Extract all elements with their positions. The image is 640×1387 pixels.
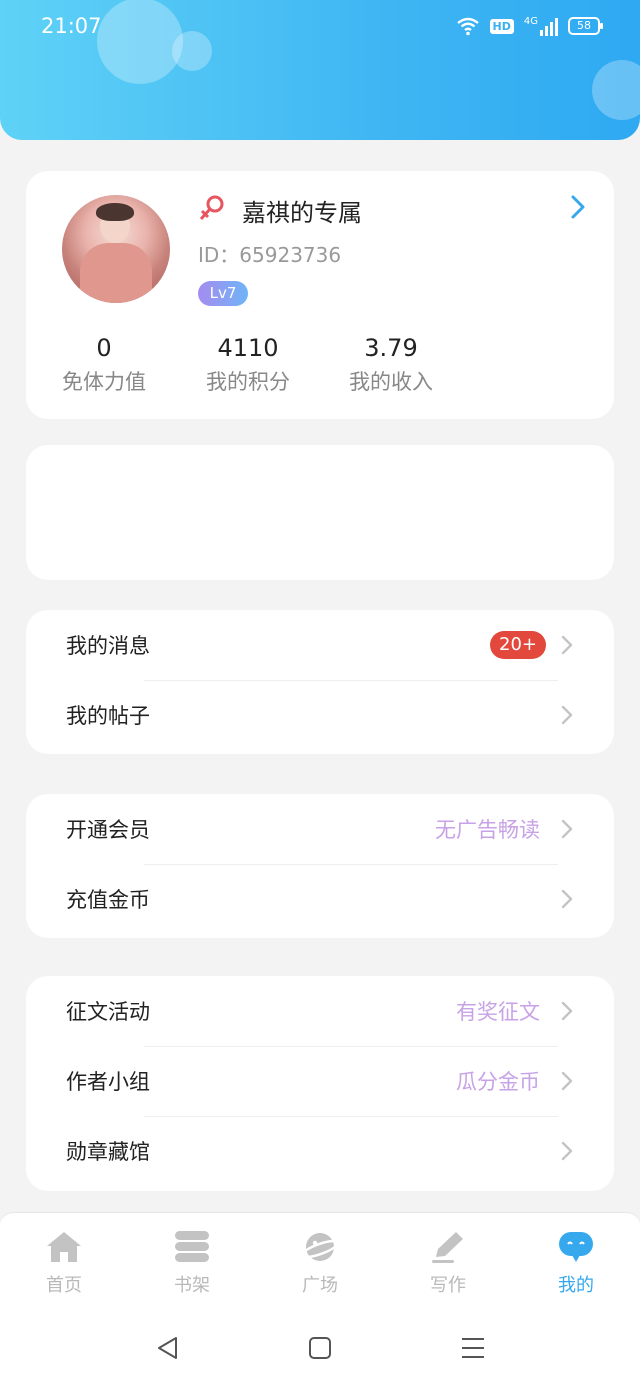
stat-label: 我的收入 (349, 370, 433, 394)
menu-item-hint: 无广告畅读 (435, 818, 540, 842)
menu-item-label: 开通会员 (66, 818, 150, 842)
tab-home[interactable]: 首页 (0, 1213, 128, 1309)
menu-item-contest[interactable]: 征文活动 有奖征文 (26, 976, 614, 1046)
tab-label: 首页 (46, 1275, 82, 1296)
signal-icon: 4G (524, 16, 558, 36)
banner-placeholder (26, 445, 614, 580)
chevron-right-icon (561, 1001, 573, 1021)
network-type: 4G (523, 16, 538, 27)
profile-card[interactable]: 嘉祺的专属 ID：65923736 Lv7 0 免体力值 4110 我的积分 3… (26, 171, 614, 419)
menu-group-messages: 我的消息 20+ 我的帖子 (26, 610, 614, 754)
tab-label: 写作 (430, 1275, 466, 1296)
menu-item-label: 勋章藏馆 (66, 1140, 150, 1164)
menu-item-label: 我的帖子 (66, 704, 150, 728)
menu-item-hint: 有奖征文 (456, 1000, 540, 1024)
menu-item-recharge[interactable]: 充值金币 (26, 864, 614, 934)
battery-icon: 58 (568, 17, 603, 35)
tab-label: 广场 (302, 1275, 338, 1296)
chevron-right-icon (561, 705, 573, 725)
menu-item-label: 我的消息 (66, 634, 150, 658)
gender-female-icon (199, 195, 224, 221)
menu-item-medals[interactable]: 勋章藏馆 (26, 1116, 614, 1186)
menu-item-messages[interactable]: 我的消息 20+ (26, 610, 614, 680)
chevron-right-icon (561, 819, 573, 839)
chevron-right-icon (561, 889, 573, 909)
user-id: ID：65923736 (198, 243, 342, 267)
unread-badge: 20+ (490, 631, 546, 659)
tab-label: 书架 (174, 1275, 210, 1296)
battery-level: 58 (577, 19, 591, 32)
avatar[interactable] (62, 195, 170, 303)
tab-label: 我的 (558, 1275, 594, 1296)
menu-item-label: 充值金币 (66, 888, 150, 912)
status-time: 21:07 (41, 14, 102, 38)
menu-item-label: 作者小组 (66, 1070, 150, 1094)
stat-points[interactable]: 4110 我的积分 (178, 334, 318, 396)
stat-value: 0 (96, 334, 112, 362)
back-icon[interactable] (154, 1334, 182, 1362)
chevron-right-icon (561, 635, 573, 655)
chevron-right-icon (561, 1071, 573, 1091)
decor-bubble (97, 0, 183, 84)
stat-value: 4110 (217, 334, 279, 362)
menu-item-author-group[interactable]: 作者小组 瓜分金币 (26, 1046, 614, 1116)
status-icons: HD 4G 58 (456, 16, 603, 36)
tab-square[interactable]: 广场 (256, 1213, 384, 1309)
menu-item-hint: 瓜分金币 (456, 1070, 540, 1094)
stat-value: 3.79 (364, 334, 418, 362)
menu-group-membership: 开通会员 无广告畅读 充值金币 (26, 794, 614, 938)
planet-icon (300, 1233, 340, 1261)
stat-label: 免体力值 (62, 370, 146, 394)
menu-icon[interactable] (459, 1334, 487, 1362)
tab-mine[interactable]: 我的 (512, 1213, 640, 1309)
level-badge: Lv7 (198, 281, 248, 306)
pen-icon (432, 1232, 463, 1263)
menu-item-label: 征文活动 (66, 1000, 150, 1024)
chevron-right-icon[interactable] (568, 193, 588, 221)
menu-item-posts[interactable]: 我的帖子 (26, 680, 614, 750)
decor-bubble (172, 31, 212, 71)
bookshelf-icon (175, 1231, 209, 1262)
tab-bookshelf[interactable]: 书架 (128, 1213, 256, 1309)
stat-label: 我的积分 (206, 370, 290, 394)
menu-item-vip[interactable]: 开通会员 无广告畅读 (26, 794, 614, 864)
stat-stamina[interactable]: 0 免体力值 (34, 334, 174, 396)
hd-badge: HD (489, 18, 514, 34)
nickname: 嘉祺的专属 (242, 199, 362, 227)
home-icon (47, 1232, 81, 1262)
system-nav-bar (0, 1308, 640, 1387)
tab-write[interactable]: 写作 (384, 1213, 512, 1309)
bottom-tab-bar: 首页 书架 广场 写作 我的 (0, 1212, 640, 1308)
home-nav-icon[interactable] (306, 1334, 334, 1362)
header-banner: 21:07 HD 4G 58 (0, 0, 640, 140)
menu-group-activities: 征文活动 有奖征文 作者小组 瓜分金币 勋章藏馆 (26, 976, 614, 1191)
wifi-icon (456, 17, 479, 36)
decor-bubble (592, 60, 640, 120)
stat-income[interactable]: 3.79 我的收入 (321, 334, 461, 396)
chat-bubble-icon (559, 1232, 593, 1262)
chevron-right-icon (561, 1141, 573, 1161)
